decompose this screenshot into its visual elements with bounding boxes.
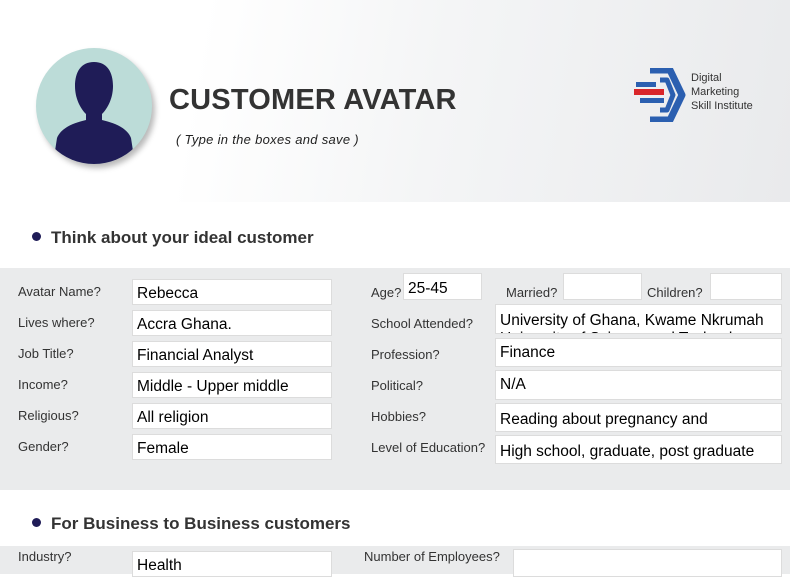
logo-line: Digital [691, 72, 722, 84]
employees-label: Number of Employees? [364, 549, 500, 564]
education-field[interactable]: High school, graduate, post graduate [495, 435, 782, 464]
gender-label: Gender? [18, 439, 69, 454]
lives-where-label: Lives where? [18, 315, 95, 330]
section-heading-text: Think about your ideal customer [51, 228, 314, 247]
children-field[interactable] [710, 273, 782, 300]
avatar-name-label: Avatar Name? [18, 284, 101, 299]
school-attended-field[interactable]: University of Ghana, Kwame Nkrumah Unive… [495, 304, 782, 334]
age-field[interactable]: 25-45 [403, 273, 482, 300]
bullet-icon [32, 518, 41, 528]
logo-line: Marketing [691, 86, 740, 98]
income-label: Income? [18, 377, 68, 392]
profession-label: Profession? [371, 347, 440, 362]
income-field[interactable]: Middle - Upper middle [132, 372, 332, 398]
job-title-field[interactable]: Financial Analyst [132, 341, 332, 367]
married-field[interactable] [563, 273, 642, 300]
header-banner: CUSTOMER AVATAR ( Type in the boxes and … [0, 0, 790, 202]
section-heading-text: For Business to Business customers [51, 514, 351, 533]
children-label: Children? [647, 285, 703, 300]
religious-field[interactable]: All religion [132, 403, 332, 429]
hobbies-field[interactable]: Reading about pregnancy and [495, 403, 782, 432]
hobbies-label: Hobbies? [371, 409, 426, 424]
logo-text: Digital Marketing Skill Institute [691, 71, 753, 113]
school-attended-label: School Attended? [371, 316, 473, 331]
industry-label: Industry? [18, 549, 72, 564]
religious-label: Religious? [18, 408, 79, 423]
bullet-icon [32, 232, 41, 242]
page-subtitle: ( Type in the boxes and save ) [176, 132, 359, 147]
age-label: Age? [371, 285, 402, 300]
profession-field[interactable]: Finance [495, 338, 782, 367]
avatar-name-field[interactable]: Rebecca [132, 279, 332, 305]
section-heading-ideal-customer: Think about your ideal customer [32, 228, 314, 248]
job-title-label: Job Title? [18, 346, 74, 361]
dmsi-logo-icon [634, 68, 686, 122]
avatar [36, 48, 152, 164]
political-label: Political? [371, 378, 424, 393]
section-heading-b2b: For Business to Business customers [32, 514, 350, 534]
person-silhouette-icon [53, 62, 135, 164]
gender-field[interactable]: Female [132, 434, 332, 460]
lives-where-field[interactable]: Accra Ghana. [132, 310, 332, 336]
employees-field[interactable] [513, 549, 782, 577]
political-field[interactable]: N/A [495, 370, 782, 400]
logo-line: Skill Institute [691, 100, 753, 112]
education-label: Level of Education? [371, 440, 486, 455]
page-title: CUSTOMER AVATAR [169, 84, 457, 116]
industry-field[interactable]: Health [132, 551, 332, 577]
married-label: Married? [506, 285, 558, 300]
